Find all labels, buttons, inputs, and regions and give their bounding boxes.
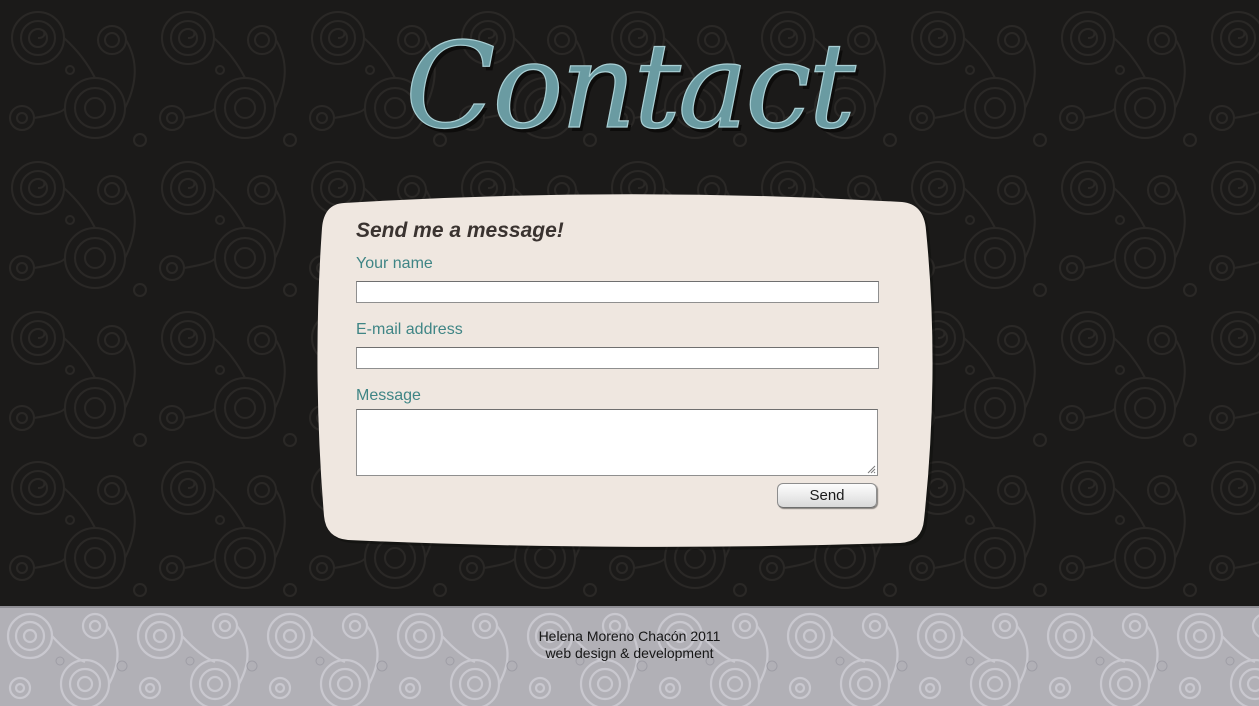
send-row: Send: [356, 483, 886, 513]
resize-grip-icon[interactable]: [867, 465, 876, 474]
name-label: Your name: [356, 255, 433, 272]
message-field[interactable]: [356, 409, 878, 476]
send-button[interactable]: Send: [777, 483, 877, 508]
footer: Helena Moreno Chacón 2011 web design & d…: [0, 606, 1259, 706]
footer-tagline: web design & development: [545, 645, 714, 661]
message-field-wrapper: [356, 409, 878, 476]
page-background: Contact Contact Send me a message! Your …: [0, 0, 1259, 606]
page-title: Contact Contact: [0, 0, 1259, 150]
email-field[interactable]: [356, 347, 879, 369]
name-field[interactable]: [356, 281, 879, 303]
email-label: E-mail address: [356, 321, 463, 338]
form-heading: Send me a message!: [356, 219, 564, 242]
message-label: Message: [356, 387, 421, 404]
footer-credit: Helena Moreno Chacón 2011: [538, 628, 721, 644]
title-text: Contact: [405, 17, 856, 150]
contact-card: Send me a message! Your name E-mail addr…: [312, 190, 939, 552]
contact-form: Send me a message! Your name E-mail addr…: [356, 218, 886, 513]
